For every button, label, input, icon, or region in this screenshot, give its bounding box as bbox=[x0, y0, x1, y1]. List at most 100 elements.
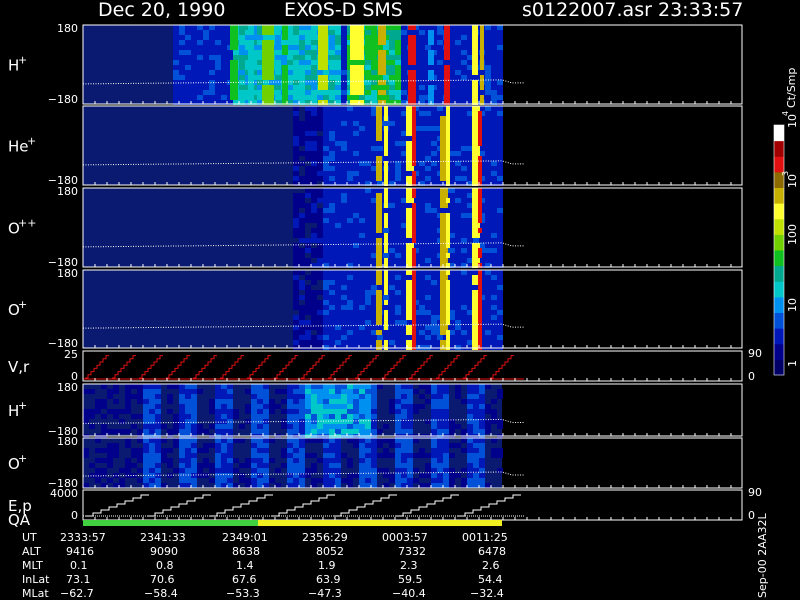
pixel bbox=[299, 126, 305, 131]
pixel bbox=[299, 203, 305, 208]
pixel bbox=[425, 248, 431, 253]
pixel bbox=[437, 384, 443, 389]
pixel bbox=[323, 280, 329, 285]
pixel bbox=[491, 188, 497, 193]
pixel bbox=[341, 198, 347, 203]
pixel bbox=[113, 399, 119, 404]
pixel bbox=[173, 424, 179, 429]
pixel bbox=[281, 399, 287, 404]
pixel bbox=[491, 136, 497, 141]
band-pixel bbox=[446, 106, 450, 111]
pixel bbox=[353, 258, 359, 263]
pixel bbox=[491, 218, 497, 223]
pixel bbox=[461, 248, 467, 253]
pixel bbox=[305, 126, 311, 131]
pixel bbox=[149, 429, 155, 434]
pixel bbox=[293, 80, 299, 85]
pixel bbox=[311, 208, 317, 213]
pixel bbox=[491, 453, 497, 458]
pixel bbox=[197, 90, 203, 95]
band-pixel bbox=[440, 275, 448, 280]
pixel bbox=[419, 131, 425, 136]
pixel bbox=[209, 70, 215, 75]
pixel bbox=[329, 414, 335, 419]
pixel bbox=[299, 90, 305, 95]
pixel bbox=[179, 90, 185, 95]
pixel bbox=[335, 75, 341, 80]
pixel bbox=[323, 126, 329, 131]
pixel bbox=[479, 483, 485, 488]
pixel bbox=[395, 384, 401, 389]
band-pixel bbox=[412, 248, 416, 253]
pixel bbox=[341, 248, 347, 253]
band-pixel bbox=[262, 75, 274, 80]
pixel bbox=[173, 70, 179, 75]
pixel bbox=[425, 300, 431, 305]
pixel bbox=[191, 483, 197, 488]
band-pixel bbox=[472, 258, 480, 263]
pixel bbox=[299, 448, 305, 453]
pixel bbox=[497, 330, 503, 335]
pixel bbox=[347, 483, 353, 488]
pixel bbox=[395, 399, 401, 404]
pixel bbox=[185, 70, 191, 75]
pixel bbox=[323, 424, 329, 429]
pixel bbox=[455, 310, 461, 315]
pixel bbox=[221, 50, 227, 55]
pixel bbox=[311, 40, 317, 45]
pixel bbox=[389, 228, 395, 233]
pixel bbox=[179, 438, 185, 443]
pixel bbox=[293, 208, 299, 213]
pixel bbox=[323, 238, 329, 243]
pixel bbox=[341, 233, 347, 238]
panel-label-sup: + bbox=[18, 399, 27, 412]
pixel bbox=[311, 290, 317, 295]
pixel bbox=[491, 448, 497, 453]
pixel bbox=[497, 171, 503, 176]
pixel bbox=[317, 438, 323, 443]
band-pixel bbox=[230, 40, 238, 45]
pixel bbox=[479, 438, 485, 443]
inlat-4: 63.9 bbox=[316, 573, 341, 586]
pixel bbox=[317, 300, 323, 305]
pixel bbox=[191, 438, 197, 443]
pixel bbox=[227, 448, 233, 453]
pixel bbox=[305, 25, 311, 30]
pixel bbox=[485, 75, 491, 80]
pixel bbox=[185, 30, 191, 35]
pixel bbox=[443, 478, 449, 483]
band-pixel bbox=[478, 228, 482, 233]
pixel bbox=[359, 258, 365, 263]
pixel bbox=[365, 238, 371, 243]
pixel bbox=[335, 171, 341, 176]
pixel bbox=[443, 414, 449, 419]
band-pixel bbox=[318, 85, 328, 90]
pixel bbox=[227, 478, 233, 483]
pixel bbox=[293, 414, 299, 419]
pixel bbox=[113, 389, 119, 394]
pixel bbox=[89, 409, 95, 414]
pixel bbox=[389, 65, 395, 70]
pixel bbox=[449, 424, 455, 429]
pixel bbox=[329, 106, 335, 111]
pixel bbox=[185, 414, 191, 419]
pixel bbox=[455, 55, 461, 60]
pixel bbox=[323, 384, 329, 389]
pixel bbox=[395, 315, 401, 320]
pixel bbox=[461, 90, 467, 95]
pixel bbox=[341, 414, 347, 419]
pixel bbox=[191, 404, 197, 409]
pixel bbox=[323, 389, 329, 394]
pixel bbox=[395, 30, 401, 35]
pixel bbox=[341, 238, 347, 243]
pixel bbox=[101, 429, 107, 434]
pixel bbox=[335, 238, 341, 243]
pixel bbox=[485, 223, 491, 228]
pixel bbox=[323, 305, 329, 310]
band-pixel bbox=[472, 65, 478, 70]
band-pixel bbox=[446, 290, 450, 295]
pixel bbox=[149, 468, 155, 473]
pixel bbox=[359, 213, 365, 218]
pixel bbox=[353, 131, 359, 136]
pixel bbox=[389, 85, 395, 90]
